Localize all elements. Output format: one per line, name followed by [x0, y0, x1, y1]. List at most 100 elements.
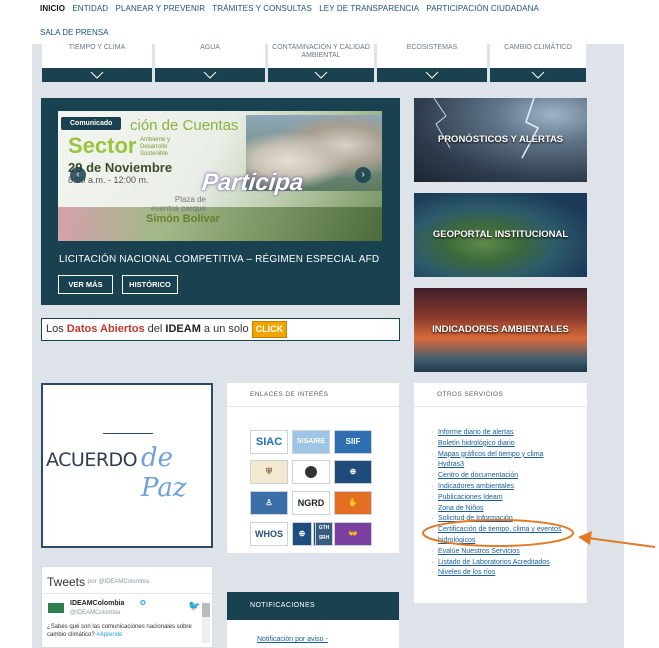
tweet-author[interactable]: IDEAMColombia [70, 600, 124, 607]
banner-sector-sub: Ambiente y Desarrollo Sostenible [140, 137, 171, 157]
open-data-highlight: Datos Abiertos [66, 323, 145, 335]
category-label: AGUA [200, 44, 220, 51]
open-data-text: del [144, 323, 166, 335]
tile-label: INDICADORES AMBIENTALES [432, 324, 569, 335]
banner-slide-image[interactable]: Comunicado ción de Cuentas Sector Ambien… [58, 111, 382, 241]
banner-tag: Comunicado [61, 117, 122, 130]
tile-label: PRONÓSTICOS Y ALERTAS [437, 134, 564, 145]
sisaire-logo[interactable]: SISAIRE [292, 430, 330, 454]
category-label: CAMBIO CLIMÁTICO [504, 44, 572, 51]
institution-logo[interactable]: ✋ [334, 491, 372, 515]
nav-item-sala-prensa[interactable]: SALA DE PRENSA [40, 28, 108, 37]
nav-item-transparencia[interactable]: LEY DE TRANSPARENCIA [319, 4, 419, 13]
person-icon: ♙ [265, 498, 273, 507]
gth-srh-logo[interactable]: GTH SRH [315, 522, 333, 546]
category-tiempo-clima[interactable]: TIEMPO Y CLIMA [42, 44, 152, 82]
service-link[interactable]: Informe diario de alertas [430, 428, 580, 439]
verified-icon: ✪ [140, 600, 146, 607]
service-link-solicitud-informacion[interactable]: Solicitud de Información [430, 514, 580, 525]
category-label: TIEMPO Y CLIMA [68, 44, 126, 51]
open-data-text: Los [46, 323, 67, 335]
institution-logo[interactable]: ♙ [250, 491, 288, 515]
category-ecosistemas[interactable]: ECOSISTEMAS [377, 44, 487, 82]
institution-logo[interactable]: ⛨ [250, 460, 288, 484]
ngrd-logo[interactable]: NGRD [292, 491, 330, 515]
acuerdo-paz-banner[interactable]: ACUERDO de Paz [41, 383, 213, 548]
seal-icon [305, 465, 317, 478]
category-cambio-climatico[interactable]: CAMBIO CLIMÁTICO [490, 44, 586, 82]
tweet-text: ¿Sabes qué son las comunicaciones nacion… [47, 623, 197, 639]
historico-button[interactable]: HISTÓRICO [122, 275, 178, 294]
service-link[interactable]: Publicaciones Ideam [430, 493, 580, 504]
ver-mas-button[interactable]: VER MÁS [58, 275, 113, 294]
scrollbar-thumb[interactable] [202, 603, 210, 617]
service-link[interactable]: Niveles de los ríos [430, 568, 580, 579]
category-contaminacion[interactable]: CONTAMINACIÓN Y CALIDAD AMBIENTAL [268, 44, 374, 82]
service-link[interactable]: Centro de documentación [430, 471, 580, 482]
landscape-image [58, 207, 382, 241]
service-link[interactable]: Listado de Laboratorios Acreditados [430, 558, 580, 569]
open-data-brand: IDEAM [165, 323, 201, 335]
wmo-logo[interactable]: ⊕ [334, 460, 372, 484]
nav-item-tramites[interactable]: TRÁMITES Y CONSULTAS [212, 4, 312, 13]
avatar[interactable] [48, 603, 64, 613]
notification-link[interactable]: Notificación por aviso - [257, 636, 328, 643]
institution-logo[interactable]: 👐 [334, 522, 372, 546]
tweets-by[interactable]: por @IDEAMColombia [88, 579, 149, 585]
divider [42, 593, 212, 594]
notifications-header: NOTIFICACIONES [227, 592, 399, 620]
banner-park: Simón Bolívar [146, 213, 220, 225]
un-logo[interactable]: ⊕ [292, 522, 312, 546]
tweet-handle[interactable]: @IDEAMColombia [70, 610, 120, 616]
service-link[interactable]: Zona de Niños [430, 504, 580, 515]
tweet-hashtag[interactable]: #Aprende [96, 632, 122, 638]
siac-logo[interactable]: SIAC [250, 430, 288, 454]
twitter-widget: Tweets por @IDEAMColombia IDEAMColombia … [41, 566, 213, 648]
hands-icon: 👐 [348, 529, 358, 538]
service-link[interactable]: Mapas gráficos del tiempo y clima [430, 450, 580, 461]
chevron-down-icon [425, 71, 439, 79]
category-label: CONTAMINACIÓN Y CALIDAD AMBIENTAL [272, 44, 370, 59]
tile-indicadores[interactable]: INDICADORES AMBIENTALES [414, 288, 587, 372]
tile-geoportal[interactable]: GEOPORTAL INSTITUCIONAL [414, 193, 587, 277]
chevron-down-icon [531, 71, 545, 79]
chevron-down-icon [203, 71, 217, 79]
tweets-title: Tweets [47, 575, 86, 589]
chevron-down-icon [90, 71, 104, 79]
divider [103, 433, 153, 434]
services-header: OTROS SERVICIOS [414, 383, 587, 407]
service-link[interactable]: Indicadores ambientales [430, 482, 580, 493]
service-link[interactable]: Certificación de tiempo, clima y eventos… [430, 525, 580, 547]
carousel-next-button[interactable]: › [355, 167, 371, 183]
institution-logo[interactable] [292, 460, 330, 484]
nav-item-participacion[interactable]: PARTICIPACIÓN CIUDADANA [426, 4, 539, 13]
whos-logo[interactable]: WHOS [250, 522, 288, 546]
click-button[interactable]: CLICK [251, 320, 288, 338]
nav-item-planear[interactable]: PLANEAR Y PREVENIR [116, 4, 206, 13]
peace-word-acuerdo: ACUERDO [46, 449, 138, 471]
shield-icon: ⛨ [266, 467, 272, 476]
banner-place: Plaza de eventos parque [150, 195, 206, 213]
chevron-down-icon [314, 71, 328, 79]
open-data-banner[interactable]: Los Datos Abiertos del IDEAM a un solo C… [41, 318, 400, 341]
banner-heading: ción de Cuentas [130, 117, 239, 134]
links-header: ENLACES DE INTERÉS [227, 383, 399, 407]
open-data-text: a un solo [200, 323, 252, 335]
service-link[interactable]: Boletín hidrológico diario [430, 439, 580, 450]
banner-sector: Sector [68, 133, 137, 158]
siif-logo[interactable]: SIIF [334, 430, 372, 454]
banner-title: LICITACIÓN NACIONAL COMPETITIVA – RÉGIME… [59, 254, 380, 265]
globe-icon: ⊕ [349, 467, 357, 476]
carousel-prev-button[interactable]: ‹ [70, 167, 86, 183]
tile-pronosticos[interactable]: PRONÓSTICOS Y ALERTAS [414, 98, 587, 182]
service-link[interactable]: Evalúe Nuestros Servicios [430, 547, 580, 558]
notifications-panel: NOTIFICACIONES Notificación por aviso - [227, 592, 399, 648]
nav-item-entidad[interactable]: ENTIDAD [72, 4, 108, 13]
category-agua[interactable]: AGUA [155, 44, 265, 82]
service-link[interactable]: Hydras3 [430, 460, 580, 471]
nav-item-inicio[interactable]: INICIO [40, 4, 65, 13]
tweets-scrollbar[interactable] [202, 603, 210, 643]
globe-icon: ⊕ [298, 529, 306, 538]
hands-icon: ✋ [348, 498, 358, 507]
main-nav: INICIO ENTIDAD PLANEAR Y PREVENIR TRÁMIT… [40, 4, 544, 13]
